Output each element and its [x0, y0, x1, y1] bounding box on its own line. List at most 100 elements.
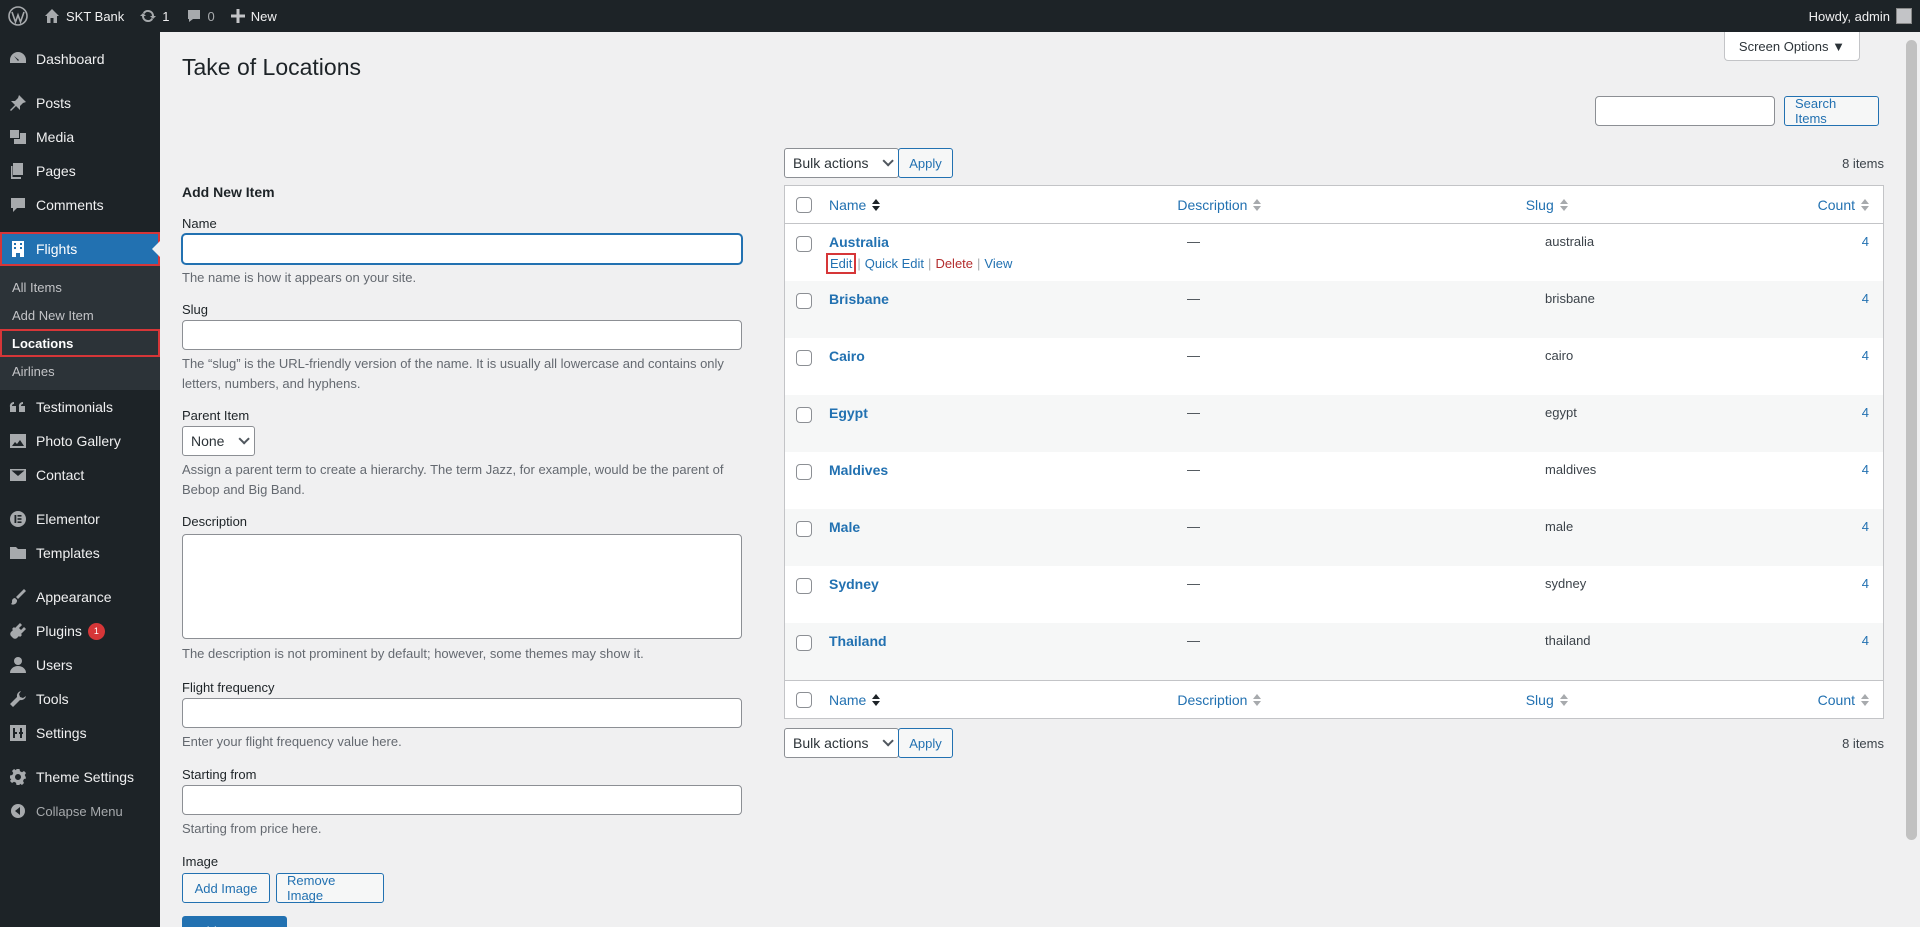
menu-testimonials[interactable]: Testimonials: [0, 390, 160, 424]
row-checkbox[interactable]: [796, 407, 812, 423]
menu-posts[interactable]: Posts: [0, 86, 160, 120]
column-description-footer[interactable]: Description: [1177, 692, 1525, 708]
term-name-link[interactable]: Egypt: [829, 405, 1187, 421]
page-scrollbar[interactable]: [1903, 32, 1920, 927]
edit-link[interactable]: Edit: [825, 253, 857, 274]
starting-from-input[interactable]: [182, 785, 742, 815]
menu-appearance[interactable]: Appearance: [0, 580, 160, 614]
menu-contact[interactable]: Contact: [0, 458, 160, 492]
term-slug: brisbane: [1545, 291, 1595, 306]
select-all-checkbox-footer[interactable]: [796, 691, 812, 708]
separator: |: [928, 256, 932, 271]
menu-media[interactable]: Media: [0, 120, 160, 154]
term-count-link[interactable]: 4: [1862, 462, 1869, 477]
updates-link[interactable]: 1: [132, 0, 177, 32]
add-image-button[interactable]: Add Image: [182, 873, 270, 903]
parent-item-value: None: [191, 433, 225, 449]
menu-photo-gallery[interactable]: Photo Gallery: [0, 424, 160, 458]
menu-pages[interactable]: Pages: [0, 154, 160, 188]
column-slug[interactable]: Slug: [1526, 197, 1818, 213]
wordpress-logo-icon[interactable]: [0, 0, 36, 32]
menu-settings[interactable]: Settings: [0, 716, 160, 750]
table-row: Male — male 4: [785, 509, 1883, 566]
comments-link[interactable]: 0: [178, 0, 223, 32]
row-checkbox[interactable]: [796, 236, 812, 252]
term-name-link[interactable]: Australia: [829, 234, 1187, 250]
sort-icon: [1861, 198, 1869, 211]
delete-link[interactable]: Delete: [935, 256, 973, 271]
term-count-link[interactable]: 4: [1862, 291, 1869, 306]
select-all-checkbox[interactable]: [796, 196, 812, 213]
submenu-locations[interactable]: Locations: [0, 329, 160, 357]
quick-edit-link[interactable]: Quick Edit: [865, 256, 924, 271]
search-items-button[interactable]: Search Items: [1784, 96, 1879, 126]
bulk-actions-value: Bulk actions: [793, 155, 869, 171]
flight-frequency-input[interactable]: [182, 698, 742, 728]
remove-image-button[interactable]: Remove Image: [276, 873, 384, 903]
site-name-link[interactable]: SKT Bank: [36, 0, 132, 32]
avatar: [1896, 8, 1912, 24]
menu-users[interactable]: Users: [0, 648, 160, 682]
add-new-item-button[interactable]: Add New Item: [182, 916, 287, 927]
scrollbar-thumb[interactable]: [1906, 40, 1917, 840]
submenu-airlines[interactable]: Airlines: [0, 357, 160, 385]
menu-plugins[interactable]: Plugins 1: [0, 614, 160, 648]
bulk-actions-select-top[interactable]: Bulk actions: [784, 148, 900, 178]
term-count-link[interactable]: 4: [1862, 519, 1869, 534]
row-checkbox[interactable]: [796, 578, 812, 594]
slug-input[interactable]: [182, 320, 742, 350]
row-checkbox[interactable]: [796, 350, 812, 366]
term-count-link[interactable]: 4: [1862, 576, 1869, 591]
column-name-footer[interactable]: Name: [829, 692, 1177, 708]
table-footer: Name Description Slug Count: [785, 680, 1883, 718]
view-link[interactable]: View: [984, 256, 1012, 271]
row-checkbox[interactable]: [796, 464, 812, 480]
menu-comments[interactable]: Comments: [0, 188, 160, 222]
elementor-icon: [8, 509, 28, 529]
row-checkbox[interactable]: [796, 521, 812, 537]
term-count-link[interactable]: 4: [1862, 633, 1869, 648]
row-checkbox[interactable]: [796, 293, 812, 309]
pages-icon: [8, 161, 28, 181]
term-name-link[interactable]: Sydney: [829, 576, 1187, 592]
column-count-footer[interactable]: Count: [1818, 692, 1883, 708]
menu-label: Pages: [36, 163, 76, 179]
term-count-link[interactable]: 4: [1862, 348, 1869, 363]
menu-tools[interactable]: Tools: [0, 682, 160, 716]
menu-label: Posts: [36, 95, 72, 111]
howdy-text: Howdy, admin: [1808, 8, 1890, 24]
separator: |: [857, 256, 861, 271]
parent-item-select[interactable]: None: [182, 426, 256, 456]
chevron-down-icon: [882, 155, 895, 167]
column-name[interactable]: Name: [829, 197, 1177, 213]
column-slug-label: Slug: [1525, 691, 1554, 708]
term-name-link[interactable]: Maldives: [829, 462, 1187, 478]
collapse-menu-button[interactable]: Collapse Menu: [0, 794, 160, 828]
search-input[interactable]: [1595, 96, 1775, 126]
column-slug-footer[interactable]: Slug: [1526, 692, 1818, 708]
name-input[interactable]: [182, 234, 742, 264]
term-count-link[interactable]: 4: [1862, 405, 1869, 420]
term-name-link[interactable]: Brisbane: [829, 291, 1187, 307]
menu-templates[interactable]: Templates: [0, 536, 160, 570]
term-count-link[interactable]: 4: [1862, 234, 1869, 249]
submenu-add-new-item[interactable]: Add New Item: [0, 301, 160, 329]
menu-elementor[interactable]: Elementor: [0, 502, 160, 536]
apply-button-bottom[interactable]: Apply: [898, 728, 953, 758]
column-description[interactable]: Description: [1177, 197, 1525, 213]
term-name-link[interactable]: Cairo: [829, 348, 1187, 364]
bulk-actions-select-bottom[interactable]: Bulk actions: [784, 728, 900, 758]
new-content-link[interactable]: New: [223, 0, 285, 32]
apply-button-top[interactable]: Apply: [898, 148, 953, 178]
my-account[interactable]: Howdy, admin: [1809, 8, 1920, 24]
menu-dashboard[interactable]: Dashboard: [0, 42, 160, 76]
submenu-all-items[interactable]: All Items: [0, 273, 160, 301]
row-checkbox[interactable]: [796, 635, 812, 651]
menu-theme-settings[interactable]: Theme Settings: [0, 760, 160, 794]
column-count[interactable]: Count: [1818, 197, 1883, 213]
table-row: Thailand — thailand 4: [785, 623, 1883, 680]
menu-flights[interactable]: Flights: [0, 232, 160, 266]
term-name-link[interactable]: Thailand: [829, 633, 1187, 649]
term-name-link[interactable]: Male: [829, 519, 1187, 535]
description-textarea[interactable]: [182, 534, 742, 639]
